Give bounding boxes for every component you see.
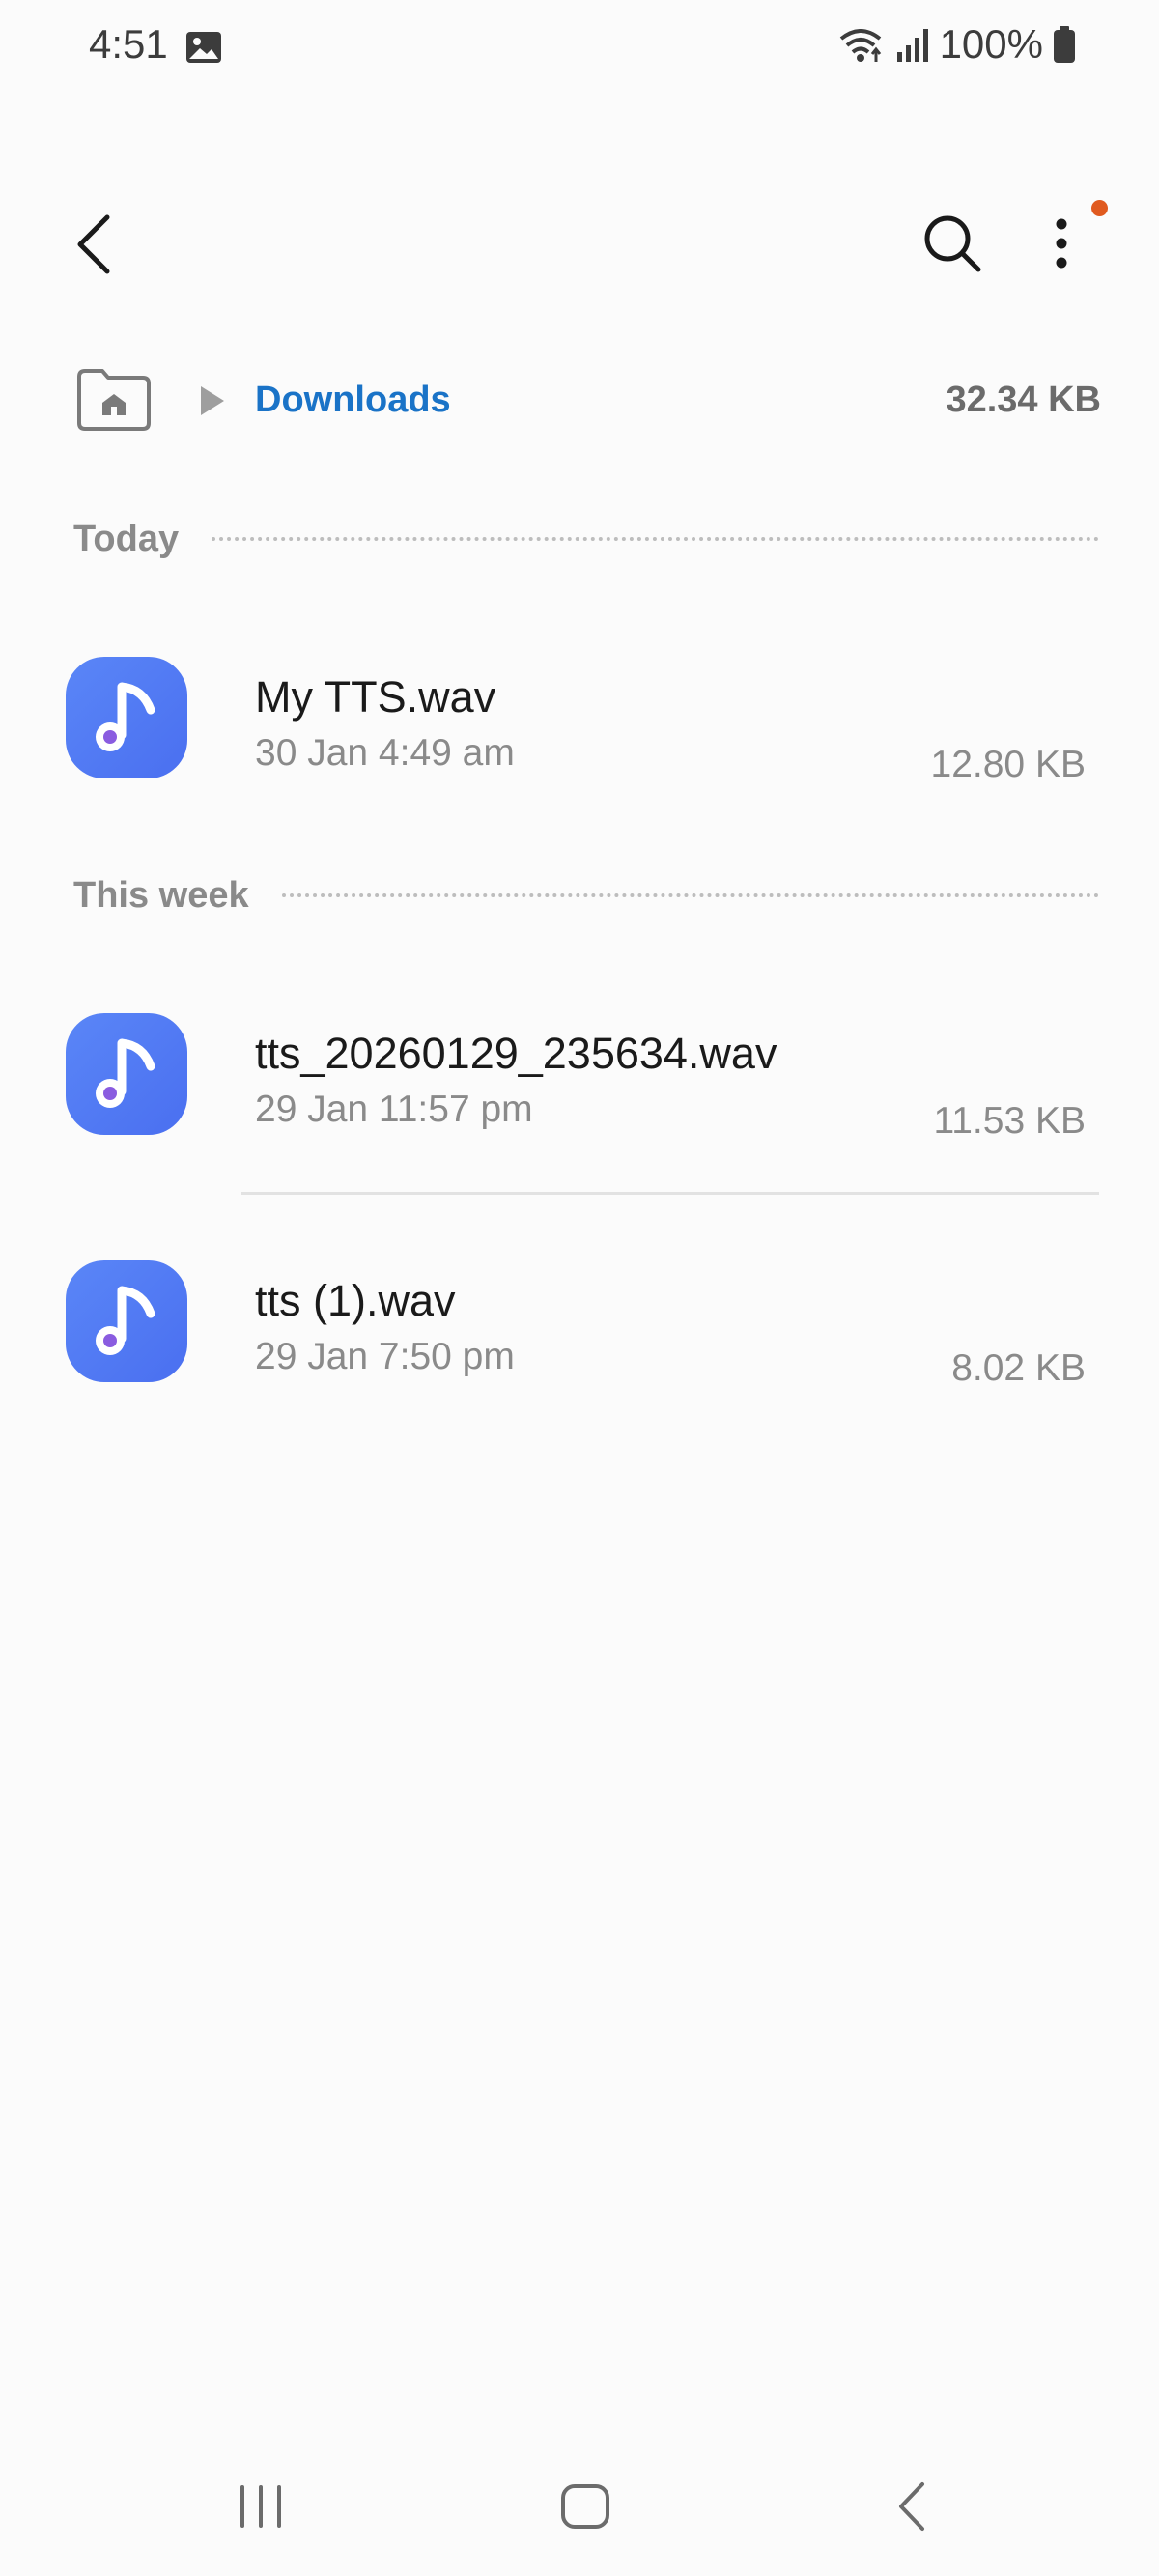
more-vert-icon [1056,218,1067,269]
list-divider [241,1192,1099,1195]
battery-icon [1054,26,1075,63]
nav-back-button[interactable] [863,2463,960,2550]
breadcrumb-downloads[interactable]: Downloads [255,380,451,421]
home-button[interactable] [537,2463,634,2550]
back-button[interactable] [60,201,127,288]
section-header-this-week: This week [73,871,1099,920]
notification-dot [1091,200,1108,216]
search-button[interactable] [912,203,993,284]
file-name: tts (1).wav [255,1276,456,1325]
file-date: 29 Jan 11:57 pm [255,1089,533,1130]
path-separator-icon [201,386,224,415]
section-divider [281,893,1099,897]
back-icon [899,2482,924,2531]
file-date: 29 Jan 7:50 pm [255,1336,515,1377]
file-name: tts_20260129_235634.wav [255,1029,777,1078]
file-size: 12.80 KB [930,744,1086,785]
status-time: 4:51 [89,21,168,67]
file-row[interactable]: My TTS.wav 30 Jan 4:49 am 12.80 KB [0,618,1159,811]
file-date: 30 Jan 4:49 am [255,732,515,774]
file-name: My TTS.wav [255,672,496,722]
section-title: Today [73,518,180,559]
status-indicators: 100% [837,21,1076,68]
recent-apps-button[interactable] [212,2463,309,2550]
file-size: 8.02 KB [951,1347,1086,1389]
section-divider [212,537,1099,541]
section-title: This week [73,874,249,916]
music-note-icon [66,1013,187,1135]
back-icon [77,214,110,274]
wifi-icon [839,29,881,62]
signal-icon [896,29,928,62]
file-row[interactable]: tts_20260129_235634.wav 29 Jan 11:57 pm … [0,975,1159,1168]
folder-total-size: 32.34 KB [946,380,1101,420]
more-options-button[interactable] [1028,203,1095,284]
battery-percent: 100% [939,21,1043,67]
file-size: 11.53 KB [933,1100,1086,1142]
section-header-today: Today [73,515,1099,563]
music-note-icon [66,1260,187,1382]
search-icon [924,215,981,272]
gallery-icon [186,32,221,63]
folder-home-icon [77,369,151,431]
home-icon [561,2484,609,2529]
file-row[interactable]: tts (1).wav 29 Jan 7:50 pm 8.02 KB [0,1222,1159,1415]
recent-apps-icon [240,2485,281,2528]
music-note-icon [66,657,187,778]
storage-home-button[interactable] [73,365,155,435]
